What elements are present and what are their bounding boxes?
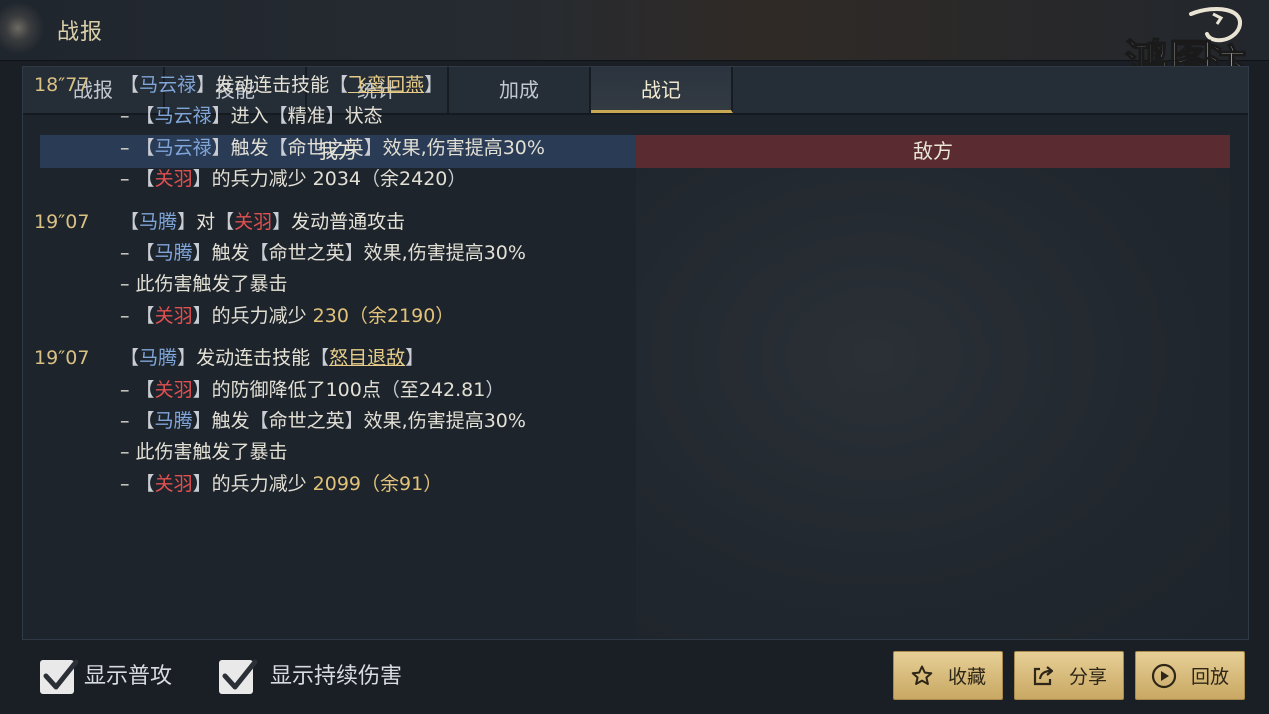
log-detail: – 此伤害触发了暴击 [120,441,288,464]
unit-name[interactable]: 马腾 [139,347,177,369]
skill-link[interactable]: 飞鸾回燕 [348,74,424,96]
share-button[interactable]: 分享 [1014,651,1124,700]
unit-name[interactable]: 马云禄 [155,137,212,159]
log-detail: – 【关羽】的兵力减少 2099（余91） [120,472,443,495]
unit-name[interactable]: 马云禄 [139,74,196,96]
log-detail: – 【马云禄】触发【命世之英】效果,伤害提高30% [120,136,545,159]
unit-name[interactable]: 关羽 [155,473,193,495]
log-entry: 18″77 【马云禄】发动连击技能【飞鸾回燕】 [34,70,614,101]
log-time: 19″07 [34,210,90,233]
unit-name[interactable]: 关羽 [234,211,272,233]
play-icon [1151,663,1177,688]
unit-name[interactable]: 关羽 [155,305,193,327]
show-dot-label[interactable]: 显示持续伤害 [270,660,402,694]
skill-link[interactable]: 怒目退敌 [329,347,405,369]
star-icon [911,665,933,685]
checkmark-icon [222,659,258,690]
show-dot-checkbox[interactable] [219,659,258,694]
battle-log-list: 18″77 【马云禄】发动连击技能【飞鸾回燕】 – 【马云禄】进入【精准】状态 … [34,70,614,500]
checkmark-icon [43,659,79,690]
log-detail: – 【关羽】的兵力减少 2034（余2420） [120,168,467,191]
unit-name[interactable]: 马云禄 [155,105,212,127]
favorite-button[interactable]: 收藏 [893,651,1003,700]
log-detail: – 【关羽】的兵力减少 230（余2190） [120,304,455,327]
top-bar: 战报 [0,0,1269,61]
show-normal-attack-label[interactable]: 显示普攻 [84,660,172,694]
log-text: 发动连击技能 [215,74,330,96]
log-detail: – 【马腾】触发【命世之英】效果,伤害提高30% [120,241,526,264]
unit-name[interactable]: 马腾 [155,410,193,432]
log-time: 19″07 [34,347,90,370]
unit-name[interactable]: 马腾 [139,211,177,233]
log-detail: – 【马腾】触发【命世之英】效果,伤害提高30% [120,409,526,432]
log-entry: 19″07 【马腾】对【关羽】发动普通攻击 [34,207,614,238]
unit-name[interactable]: 关羽 [155,379,193,401]
unit-name[interactable]: 关羽 [155,168,193,190]
replay-button[interactable]: 回放 [1135,651,1245,700]
log-time: 18″77 [34,74,90,96]
enemy-column-header: 敌方 [636,135,1230,168]
enemy-log-area [636,168,1230,639]
log-detail: – 【关羽】的防御降低了100点（至242.81） [120,378,505,401]
page-title: 战报 [57,20,104,45]
dragon-emblem-icon [0,0,44,60]
replay-label: 回放 [1190,666,1229,688]
log-detail: – 此伤害触发了暴击 [120,273,288,296]
show-normal-attack-checkbox[interactable] [40,659,79,694]
share-icon [1033,665,1054,685]
log-entry: 19″07 【马腾】发动连击技能【怒目退敌】 [34,343,614,374]
unit-name[interactable]: 马腾 [155,242,193,264]
favorite-label: 收藏 [947,666,986,688]
share-label: 分享 [1068,666,1107,688]
log-detail: – 【马云禄】进入【精准】状态 [120,105,383,128]
